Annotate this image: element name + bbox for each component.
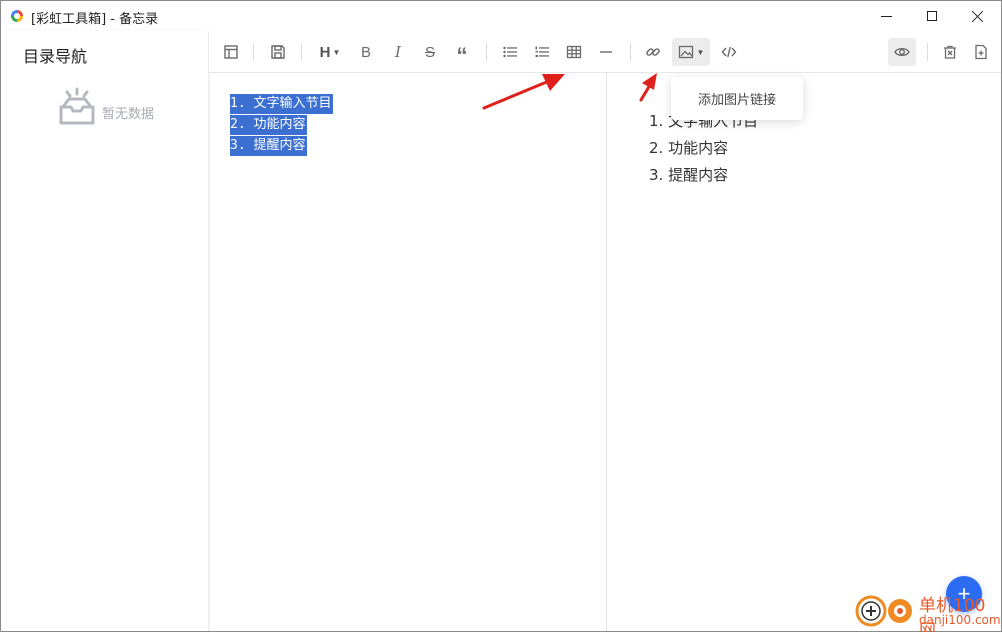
watermark-url: danji100.com xyxy=(919,613,1001,627)
strikethrough-icon: S xyxy=(424,43,435,61)
image-dropdown-button[interactable]: ▼ xyxy=(672,38,710,66)
quote-button[interactable]: “ xyxy=(448,38,476,68)
editor-toolbar: H ▼ B I S “ ▼ xyxy=(209,31,1001,73)
close-button[interactable] xyxy=(955,1,1001,31)
eye-icon xyxy=(894,47,910,57)
preview-toggle-button[interactable] xyxy=(888,38,916,66)
file-add-icon xyxy=(975,44,987,60)
unordered-list-button[interactable] xyxy=(496,38,524,66)
ordered-list-button[interactable] xyxy=(528,38,556,66)
maximize-icon xyxy=(927,11,937,21)
app-logo-icon xyxy=(11,10,23,22)
sidebar-title: 目录导航 xyxy=(23,47,88,66)
minimize-icon xyxy=(880,15,892,17)
code-button[interactable] xyxy=(715,38,743,66)
image-icon xyxy=(678,45,693,59)
caret-down-icon: ▼ xyxy=(332,47,341,57)
empty-state-text: 暂无数据 xyxy=(102,107,155,122)
maximize-button[interactable] xyxy=(909,1,955,31)
empty-inbox-icon xyxy=(59,87,95,125)
toolbar-separator xyxy=(630,43,631,61)
unordered-list-icon xyxy=(503,46,517,58)
italic-icon: I xyxy=(395,43,401,61)
title-bar: [彩虹工具箱] - 备忘录 xyxy=(1,1,1001,31)
ordered-list-icon xyxy=(535,46,549,57)
editor-line[interactable]: 2. 功能内容 xyxy=(230,115,308,135)
bold-button[interactable]: B xyxy=(352,38,380,66)
link-icon xyxy=(646,48,660,56)
minimize-button[interactable] xyxy=(863,1,909,31)
close-icon xyxy=(972,10,984,22)
heading-dropdown-button[interactable]: H ▼ xyxy=(314,38,346,66)
code-icon xyxy=(721,46,737,58)
editor-line[interactable]: 1. 文字输入节目 xyxy=(230,94,334,114)
strikethrough-button[interactable]: S xyxy=(416,38,444,66)
horizontal-rule-button[interactable] xyxy=(592,38,620,66)
caret-down-icon: ▼ xyxy=(696,47,705,57)
editor-line[interactable]: 3. 提醒内容 xyxy=(230,136,308,156)
sidebar: 目录导航 暂无数据 xyxy=(1,31,209,631)
markdown-editor[interactable]: 1. 文字输入节目 2. 功能内容 3. 提醒内容 xyxy=(211,73,606,631)
app-window: [彩虹工具箱] - 备忘录 目录导航 暂无数据 H ▼ B I S “ ▼ 1.… xyxy=(0,0,1002,632)
save-icon xyxy=(271,45,285,59)
tooltip-text: 添加图片链接 xyxy=(697,93,776,108)
markdown-preview: 1. 文字输入节目 2. 功能内容 3. 提醒内容 xyxy=(607,73,1001,631)
toolbar-separator xyxy=(486,43,487,61)
layout-icon xyxy=(224,45,238,59)
trash-icon xyxy=(944,45,956,59)
bold-icon: B xyxy=(360,43,371,61)
new-file-button[interactable] xyxy=(967,38,995,66)
delete-button[interactable] xyxy=(936,38,964,66)
toolbar-separator xyxy=(253,43,254,61)
save-button[interactable] xyxy=(264,38,292,66)
toolbar-separator xyxy=(927,43,928,61)
preview-list-item: 2. 功能内容 xyxy=(649,139,729,157)
table-icon xyxy=(566,45,582,59)
horizontal-rule-icon xyxy=(600,51,612,53)
table-button[interactable] xyxy=(560,38,588,66)
image-link-tooltip[interactable]: 添加图片链接 xyxy=(671,77,803,120)
window-title: [彩虹工具箱] - 备忘录 xyxy=(31,12,159,27)
toolbar-separator xyxy=(301,43,302,61)
watermark-logo-icon xyxy=(855,595,912,627)
italic-button[interactable]: I xyxy=(384,38,412,66)
preview-list-item: 3. 提醒内容 xyxy=(649,166,729,184)
quote-icon: “ xyxy=(456,43,468,68)
heading-label: H xyxy=(319,43,331,61)
layout-button[interactable] xyxy=(217,38,245,66)
link-button[interactable] xyxy=(639,38,667,66)
